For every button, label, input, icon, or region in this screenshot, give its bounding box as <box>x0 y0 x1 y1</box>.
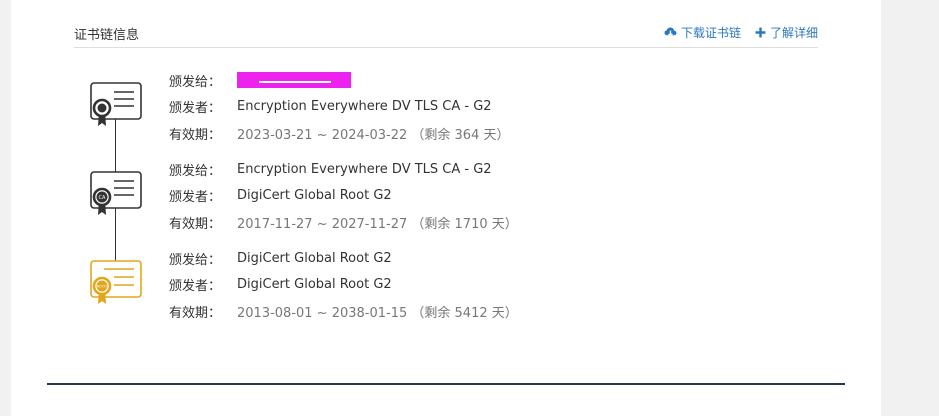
validity-value: 2023-03-21 ~ 2024-03-22 （剩余 364 天） <box>237 127 510 143</box>
learn-more-label: 了解详细 <box>769 26 818 40</box>
issued-by-value: DigiCert Global Root G2 <box>237 188 392 204</box>
certificate-panel: 证书链信息 下载证书链 了解详细 CA ROOT 颁发给： 颁发者： Encry… <box>11 0 881 416</box>
issued-by-label: 颁发者： <box>169 279 222 295</box>
validity-row: 有效期： 2013-08-01 ~ 2038-01-15 （剩余 5412 天） <box>169 298 769 325</box>
header-actions: 下载证书链 了解详细 <box>664 24 818 41</box>
validity-label: 有效期： <box>169 216 222 232</box>
redacted-domain <box>237 72 351 89</box>
section-title: 证书链信息 <box>74 28 140 43</box>
issued-to-row: 颁发给： Encryption Everywhere DV TLS CA - G… <box>169 156 769 183</box>
issued-by-label: 颁发者： <box>169 101 222 117</box>
root-certificate-icon: ROOT <box>90 260 142 304</box>
validity-label: 有效期： <box>169 127 222 143</box>
issued-to-label: 颁发给： <box>169 252 222 268</box>
issued-by-label: 颁发者： <box>169 190 222 206</box>
cert-entry-leaf: 颁发给： 颁发者： Encryption Everywhere DV TLS C… <box>169 67 769 147</box>
issued-to-label: 颁发给： <box>169 163 222 179</box>
footer-divider <box>47 383 845 385</box>
ca-certificate-icon: CA <box>90 171 142 215</box>
validity-label: 有效期： <box>169 305 222 321</box>
issued-by-value: DigiCert Global Root G2 <box>237 277 392 293</box>
validity-value: 2013-08-01 ~ 2038-01-15 （剩余 5412 天） <box>237 305 518 321</box>
validity-row: 有效期： 2017-11-27 ~ 2027-11-27 （剩余 1710 天） <box>169 209 769 236</box>
cert-entry-ca: 颁发给： Encryption Everywhere DV TLS CA - G… <box>169 156 769 236</box>
cert-entry-root: 颁发给： DigiCert Global Root G2 颁发者： DigiCe… <box>169 245 769 325</box>
validity-value: 2017-11-27 ~ 2027-11-27 （剩余 1710 天） <box>237 216 518 232</box>
issued-to-value: Encryption Everywhere DV TLS CA - G2 <box>237 161 492 177</box>
issued-by-row: 颁发者： DigiCert Global Root G2 <box>169 183 769 210</box>
svg-text:ROOT: ROOT <box>97 285 108 289</box>
validity-row: 有效期： 2023-03-21 ~ 2024-03-22 （剩余 364 天） <box>169 120 769 147</box>
issued-by-value: Encryption Everywhere DV TLS CA - G2 <box>237 99 492 115</box>
plus-icon <box>755 27 766 38</box>
certificate-chain: CA ROOT 颁发给： 颁发者： Encryption Everywhere <box>74 60 818 340</box>
certificate-icon <box>90 82 142 126</box>
download-chain-label: 下载证书链 <box>680 26 741 40</box>
issued-by-row: 颁发者： Encryption Everywhere DV TLS CA - G… <box>169 94 769 121</box>
issued-by-row: 颁发者： DigiCert Global Root G2 <box>169 272 769 299</box>
issued-to-label: 颁发给： <box>169 74 222 90</box>
section-header: 证书链信息 下载证书链 了解详细 <box>74 22 818 48</box>
issued-to-value: DigiCert Global Root G2 <box>237 250 392 266</box>
issued-to-row: 颁发给： DigiCert Global Root G2 <box>169 245 769 272</box>
download-chain-link[interactable]: 下载证书链 <box>664 24 741 41</box>
issued-to-value <box>237 70 351 90</box>
issued-to-row: 颁发给： <box>169 67 769 94</box>
svg-text:CA: CA <box>99 195 106 201</box>
learn-more-link[interactable]: 了解详细 <box>755 24 818 41</box>
cloud-download-icon <box>664 27 677 38</box>
